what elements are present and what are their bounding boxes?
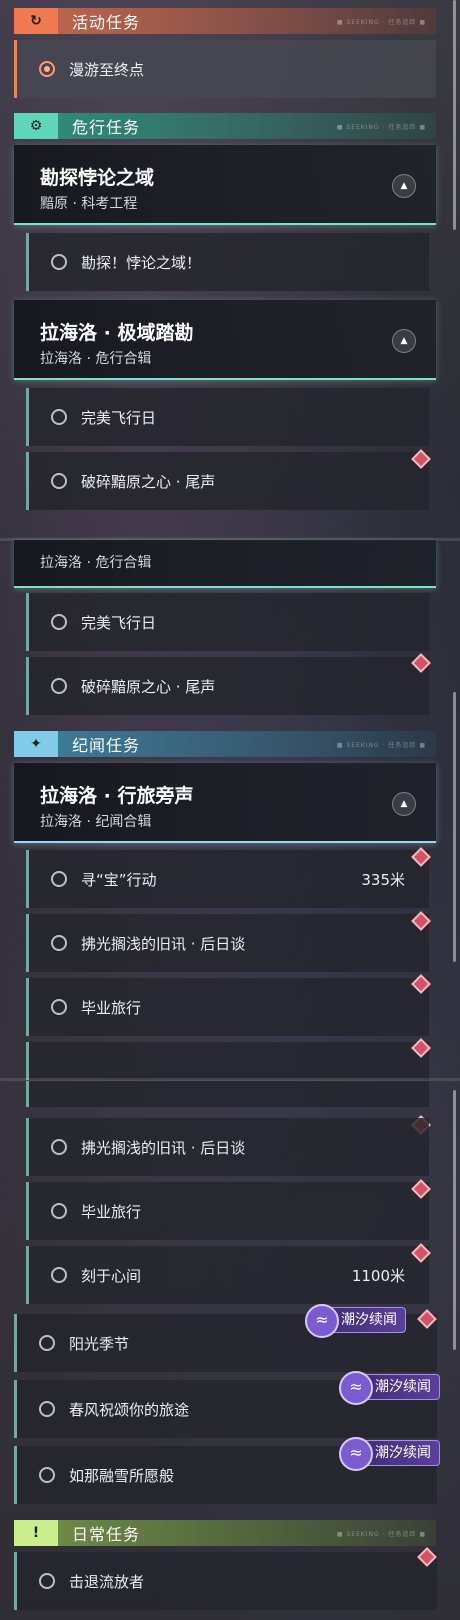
tracking-radio-icon[interactable] (51, 614, 67, 630)
tracking-radio-icon[interactable] (51, 871, 67, 887)
task-name: 寻“宝”行动 (81, 871, 157, 889)
task-row[interactable]: 寻“宝”行动 335米 (26, 850, 429, 908)
task-row[interactable]: 击退流放者 (14, 1552, 437, 1610)
danger-tasks-header[interactable]: ⚙ 危行任务 ■ SEEKING · 任务追踪 ■ (14, 113, 436, 139)
task-name: 如那融雪所愿般 (69, 1467, 175, 1485)
task-row[interactable]: 破碎黯原之心 · 尾声 (26, 452, 429, 510)
chronicle-star-icon: ✦ (30, 736, 42, 752)
task-name: 勘探！悖论之域！ (81, 254, 202, 272)
task-name: 破碎黯原之心 · 尾声 (81, 473, 216, 491)
tracking-radio-icon[interactable] (51, 999, 67, 1015)
task-distance: 335米 (361, 871, 405, 889)
group-subtitle: 拉海洛 · 纪闻合辑 (40, 814, 152, 830)
activity-tasks-header[interactable]: ↻ 活动任务 ■ SEEKING · 任务追踪 ■ (14, 8, 436, 34)
task-name: 阳光季节 (69, 1335, 130, 1353)
chronicle-tasks-title: 纪闻任务 (72, 736, 141, 755)
task-row[interactable]: 拂光搁浅的旧讯 · 后日谈 (26, 1118, 429, 1176)
task-name: 拂光搁浅的旧讯 · 后日谈 (81, 1139, 246, 1157)
task-row[interactable]: 勘探！悖论之域！ (26, 233, 429, 291)
group-title: 拉海洛 · 极域踏勘 (40, 322, 194, 344)
scrollbar-thumb[interactable] (453, 692, 456, 962)
group-title: 勘探悖论之域 (40, 167, 155, 189)
task-row[interactable] (26, 1042, 429, 1080)
task-name: 完美飞行日 (81, 409, 157, 427)
tracking-radio-icon[interactable] (39, 1335, 55, 1351)
tide-badge-label: 潮汐续闻 (341, 1312, 397, 1328)
tracking-radio-icon[interactable] (51, 678, 67, 694)
task-name: 毕业旅行 (81, 1203, 142, 1221)
task-row[interactable]: 漫游至终点 (14, 40, 436, 98)
daily-tasks-header[interactable]: ! 日常任务 ■ SEEKING · 任务追踪 ■ (14, 1520, 436, 1546)
scrollbar-thumb[interactable] (453, 0, 456, 230)
tracking-radio-icon[interactable] (51, 473, 67, 489)
collapse-chevron-icon[interactable]: ▲ (392, 174, 416, 198)
task-row[interactable]: 毕业旅行 (26, 1182, 429, 1240)
tracking-radio-icon[interactable] (51, 1139, 67, 1155)
collapse-chevron-icon[interactable]: ▲ (392, 792, 416, 816)
header-decoration: ■ SEEKING · 任务追踪 ■ (336, 1530, 426, 1538)
header-decoration: ■ SEEKING · 任务追踪 ■ (336, 18, 426, 26)
tide-wave-icon: ≈ (305, 1304, 339, 1338)
task-row[interactable]: 破碎黯原之心 · 尾声 (26, 657, 429, 715)
danger-gear-icon: ⚙ (29, 118, 43, 134)
task-name: 完美飞行日 (81, 614, 157, 632)
task-row[interactable]: 毕业旅行 (26, 978, 429, 1036)
task-row[interactable]: 完美飞行日 (26, 388, 429, 446)
task-name: 拂光搁浅的旧讯 · 后日谈 (81, 935, 246, 953)
daily-alert-icon: ! (32, 1525, 40, 1541)
task-distance: 1100米 (351, 1267, 405, 1285)
tracking-radio-icon[interactable] (51, 1203, 67, 1219)
group-subtitle: 拉海洛 · 危行合辑 (40, 351, 152, 367)
tide-badge: ≈ 潮汐续闻 (339, 1371, 440, 1405)
scrollbar-thumb[interactable] (453, 1090, 456, 1350)
tracking-radio-icon[interactable] (51, 254, 67, 270)
tide-wave-icon: ≈ (339, 1371, 373, 1405)
task-name: 破碎黯原之心 · 尾声 (81, 678, 216, 696)
header-decoration: ■ SEEKING · 任务追踪 ■ (336, 741, 426, 749)
tide-badge-label: 潮汐续闻 (375, 1379, 431, 1395)
task-group-card[interactable]: 勘探悖论之域 黯原 · 科考工程 ▲ (14, 145, 436, 225)
group-title: 拉海洛 · 行旅旁声 (40, 785, 194, 807)
task-group-card[interactable]: 拉海洛 · 危行合辑 (14, 540, 436, 588)
danger-tasks-title: 危行任务 (72, 118, 141, 137)
tide-badge: ≈ 潮汐续闻 (339, 1437, 440, 1471)
tracking-radio-icon[interactable] (39, 1573, 55, 1589)
task-name: 刻于心间 (81, 1267, 142, 1285)
task-name: 毕业旅行 (81, 999, 142, 1017)
group-subtitle: 黯原 · 科考工程 (40, 196, 138, 212)
tracking-radio-icon[interactable] (39, 1401, 55, 1417)
task-row[interactable]: 完美飞行日 (26, 593, 429, 651)
header-decoration: ■ SEEKING · 任务追踪 ■ (336, 123, 426, 131)
tracking-radio-icon[interactable] (51, 1267, 67, 1283)
task-name: 春风祝颂你的旅途 (69, 1401, 190, 1419)
chronicle-tasks-header[interactable]: ✦ 纪闻任务 ■ SEEKING · 任务追踪 ■ (14, 731, 436, 757)
collapse-chevron-icon[interactable]: ▲ (392, 329, 416, 353)
task-name: 击退流放者 (69, 1573, 145, 1591)
tide-badge-label: 潮汐续闻 (375, 1445, 431, 1461)
task-row[interactable]: 刻于心间 1100米 (26, 1246, 429, 1304)
tracking-radio-icon[interactable] (51, 935, 67, 951)
task-row[interactable]: 拂光搁浅的旧讯 · 后日谈 (26, 914, 429, 972)
activity-tasks-title: 活动任务 (72, 13, 141, 32)
tide-wave-icon: ≈ (339, 1437, 373, 1471)
tracking-radio-icon[interactable] (51, 409, 67, 425)
task-row[interactable] (26, 1081, 429, 1107)
daily-tasks-title: 日常任务 (72, 1525, 141, 1544)
tracking-radio-icon[interactable] (39, 1467, 55, 1483)
task-group-card[interactable]: 拉海洛 · 行旅旁声 拉海洛 · 纪闻合辑 ▲ (14, 763, 436, 843)
task-name: 漫游至终点 (69, 61, 145, 79)
tracking-radio-icon[interactable] (39, 61, 55, 77)
group-subtitle: 拉海洛 · 危行合辑 (40, 555, 152, 571)
tide-badge: ≈ 潮汐续闻 (305, 1304, 406, 1338)
task-group-card[interactable]: 拉海洛 · 极域踏勘 拉海洛 · 危行合辑 ▲ (14, 300, 436, 380)
activity-return-icon: ↻ (30, 13, 42, 29)
